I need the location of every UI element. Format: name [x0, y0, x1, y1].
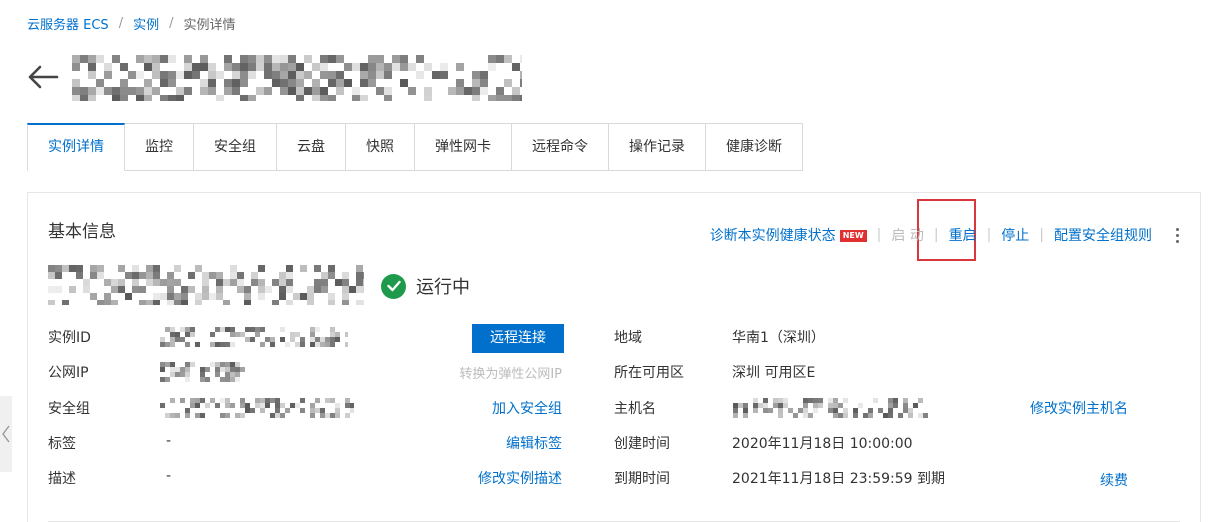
breadcrumb-ecs-link[interactable]: 云服务器 ECS	[27, 14, 109, 33]
security-group-redacted	[160, 398, 355, 418]
tags-label: 标签	[48, 436, 76, 452]
instance-id-redacted	[160, 327, 350, 347]
join-security-group-link[interactable]: 加入安全组	[492, 398, 562, 418]
breadcrumb-separator: /	[118, 16, 124, 31]
stop-button[interactable]: 停止	[1001, 225, 1029, 245]
zone-label: 所在可用区	[614, 365, 684, 381]
status-text: 运行中	[416, 277, 470, 298]
description-label: 描述	[48, 471, 76, 487]
more-icon[interactable]	[1174, 227, 1180, 243]
action-divider: |	[933, 227, 939, 243]
instance-status: 运行中	[381, 273, 470, 299]
instance-name-redacted	[48, 265, 370, 307]
configure-security-rules-link[interactable]: 配置安全组规则	[1054, 225, 1152, 245]
tab-snapshot[interactable]: 快照	[346, 123, 415, 171]
created-time-label: 创建时间	[614, 436, 670, 452]
breadcrumb-instances-link[interactable]: 实例	[133, 14, 159, 33]
back-arrow-icon[interactable]	[27, 62, 59, 92]
edit-hostname-link[interactable]: 修改实例主机名	[1030, 398, 1128, 418]
edit-description-link[interactable]: 修改实例描述	[478, 468, 562, 488]
tab-health-diagnosis[interactable]: 健康诊断	[706, 123, 803, 171]
breadcrumb-current: 实例详情	[183, 18, 236, 33]
check-circle-icon	[381, 273, 406, 299]
tab-instance-details[interactable]: 实例详情	[27, 123, 125, 171]
region-label: 地域	[614, 330, 642, 346]
new-badge: NEW	[839, 230, 867, 242]
diagnose-health-link[interactable]: 诊断本实例健康状态 NEW	[710, 225, 867, 245]
zone-value: 深圳 可用区E	[732, 365, 816, 381]
tab-operation-log[interactable]: 操作记录	[609, 123, 706, 171]
breadcrumb: 云服务器 ECS / 实例 / 实例详情	[27, 14, 236, 33]
description-value: -	[166, 468, 172, 484]
start-button[interactable]: 启 动	[891, 225, 923, 245]
action-divider: |	[986, 227, 992, 243]
region-value: 华南1（深圳）	[732, 330, 825, 346]
hostname-redacted	[728, 398, 928, 418]
breadcrumb-separator: /	[169, 16, 174, 31]
action-divider: |	[876, 227, 882, 243]
remote-connect-button[interactable]: 远程连接	[472, 324, 564, 353]
restart-button[interactable]: 重启	[949, 225, 977, 245]
security-group-label: 安全组	[48, 401, 90, 417]
tab-cloud-disk[interactable]: 云盘	[277, 123, 346, 171]
tab-eni[interactable]: 弹性网卡	[415, 123, 512, 171]
tab-security-group[interactable]: 安全组	[194, 123, 277, 171]
expire-time-value: 2021年11月18日 23:59:59 到期	[732, 471, 946, 487]
chevron-left-icon	[2, 425, 10, 443]
hostname-label: 主机名	[614, 401, 656, 417]
instance-title-redacted	[72, 55, 528, 103]
basic-info-panel: 基本信息 诊断本实例健康状态 NEW | 启 动 | 重启 | 停止 | 配置安全…	[27, 192, 1201, 522]
public-ip-label: 公网IP	[48, 365, 89, 381]
edit-tags-link[interactable]: 编辑标签	[506, 433, 562, 453]
convert-eip-link[interactable]: 转换为弹性公网IP	[459, 363, 562, 382]
action-divider: |	[1039, 227, 1044, 243]
expire-time-label: 到期时间	[614, 471, 670, 487]
diagnose-health-label: 诊断本实例健康状态	[709, 228, 836, 244]
ecs-instance-detail-page: 云服务器 ECS / 实例 / 实例详情 实例详情 监控 安全组 云盘 快照 弹…	[0, 0, 1210, 522]
instance-id-label: 实例ID	[48, 330, 91, 346]
public-ip-redacted	[160, 362, 250, 382]
renew-link[interactable]: 续费	[1100, 470, 1128, 490]
tab-monitoring[interactable]: 监控	[125, 123, 194, 171]
sidebar-collapse-handle[interactable]	[0, 396, 12, 472]
tab-bar: 实例详情 监控 安全组 云盘 快照 弹性网卡 远程命令 操作记录 健康诊断	[27, 123, 803, 171]
panel-title: 基本信息	[48, 222, 116, 242]
created-time-value: 2020年11月18日 10:00:00	[732, 436, 913, 452]
tab-remote-command[interactable]: 远程命令	[512, 123, 609, 171]
instance-actions: 诊断本实例健康状态 NEW | 启 动 | 重启 | 停止 | 配置安全组规则	[710, 225, 1180, 245]
tags-value: -	[166, 433, 172, 449]
